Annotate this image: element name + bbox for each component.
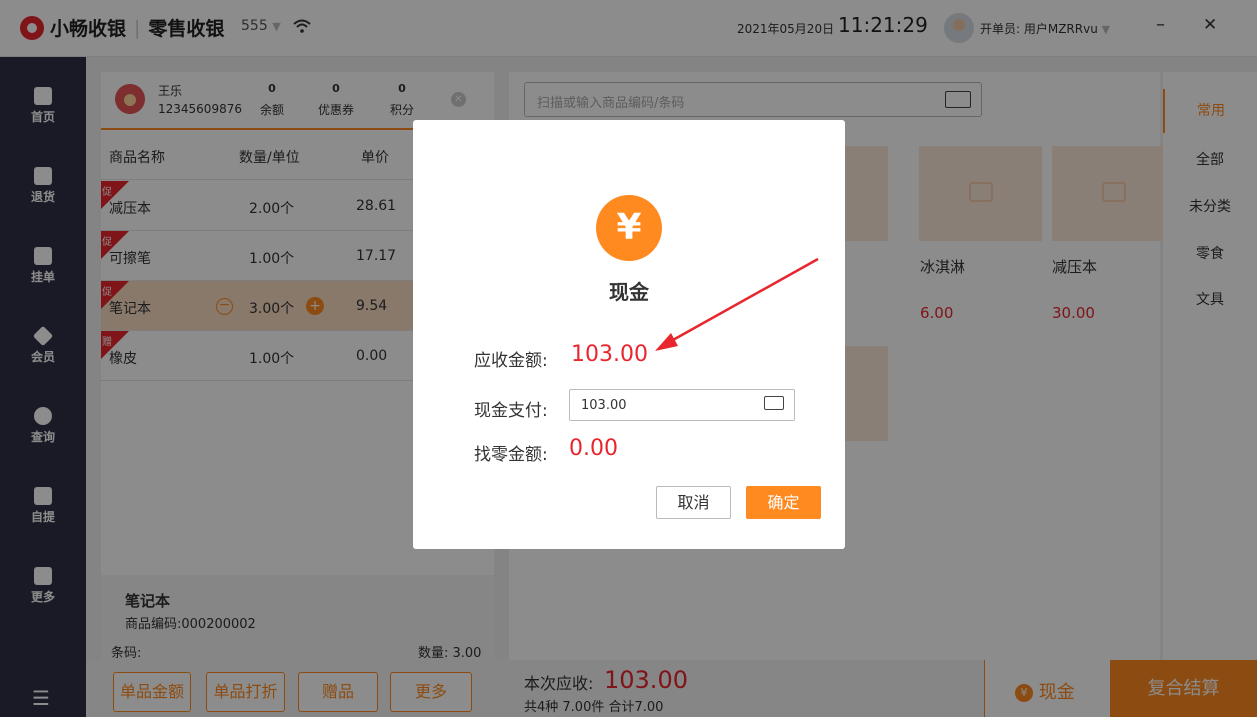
due-amount-value: 103.00 [571,342,648,367]
cancel-button[interactable]: 取消 [656,486,731,519]
yen-icon: ¥ [596,195,662,261]
keyboard-icon[interactable] [764,396,784,410]
cash-pay-input[interactable]: 103.00 [569,389,795,421]
cash-payment-dialog: ¥ 现金 应收金额: 103.00 现金支付: 103.00 找零金额: 0.0… [413,120,845,549]
confirm-button[interactable]: 确定 [746,486,821,519]
change-label: 找零金额: [474,445,548,465]
change-value: 0.00 [569,436,618,461]
cash-pay-label: 现金支付: [474,401,548,421]
due-amount-label: 应收金额: [474,351,548,371]
cash-pay-value: 103.00 [581,398,627,413]
dialog-title: 现金 [609,280,649,304]
